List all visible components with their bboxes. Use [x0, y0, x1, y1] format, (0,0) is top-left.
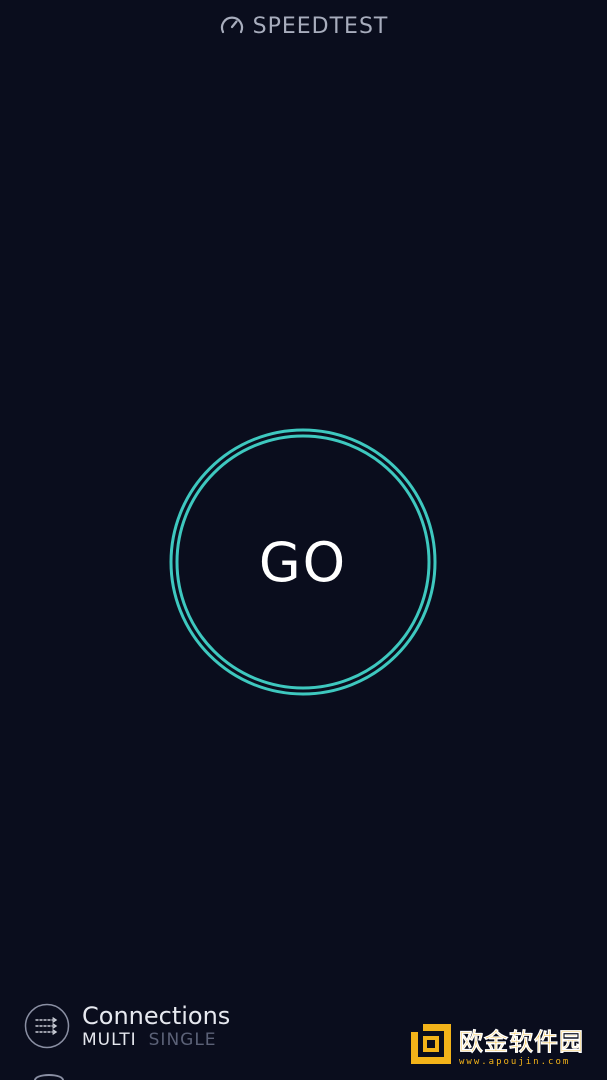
- header: SPEEDTEST: [0, 8, 607, 44]
- next-setting-row-partial: [34, 1074, 234, 1080]
- go-button[interactable]: GO: [188, 447, 418, 677]
- connections-arrows-icon: [24, 1003, 70, 1049]
- watermark-text: 欧金软件园 www.apoujin.com: [459, 1022, 584, 1067]
- go-button-container: GO: [168, 427, 438, 697]
- option-single[interactable]: SINGLE: [149, 1030, 217, 1050]
- watermark-url: www.apoujin.com: [459, 1056, 571, 1067]
- speedometer-icon: [220, 16, 243, 34]
- connections-title: Connections: [82, 1002, 231, 1030]
- watermark-logo-icon: [411, 1024, 451, 1064]
- watermark: 欧金软件园 www.apoujin.com: [409, 1018, 599, 1070]
- speedtest-screen: SPEEDTEST GO Connections MULTI SINGLE 欧金…: [0, 0, 607, 1080]
- partial-icon: [34, 1074, 64, 1080]
- connections-text: Connections MULTI SINGLE: [82, 1002, 230, 1050]
- connections-options: MULTI SINGLE: [82, 1030, 230, 1050]
- watermark-name: 欧金软件园: [459, 1027, 584, 1056]
- app-title: SPEEDTEST: [252, 13, 389, 39]
- connections-setting[interactable]: Connections MULTI SINGLE: [24, 1000, 230, 1052]
- option-multi[interactable]: MULTI: [82, 1030, 137, 1050]
